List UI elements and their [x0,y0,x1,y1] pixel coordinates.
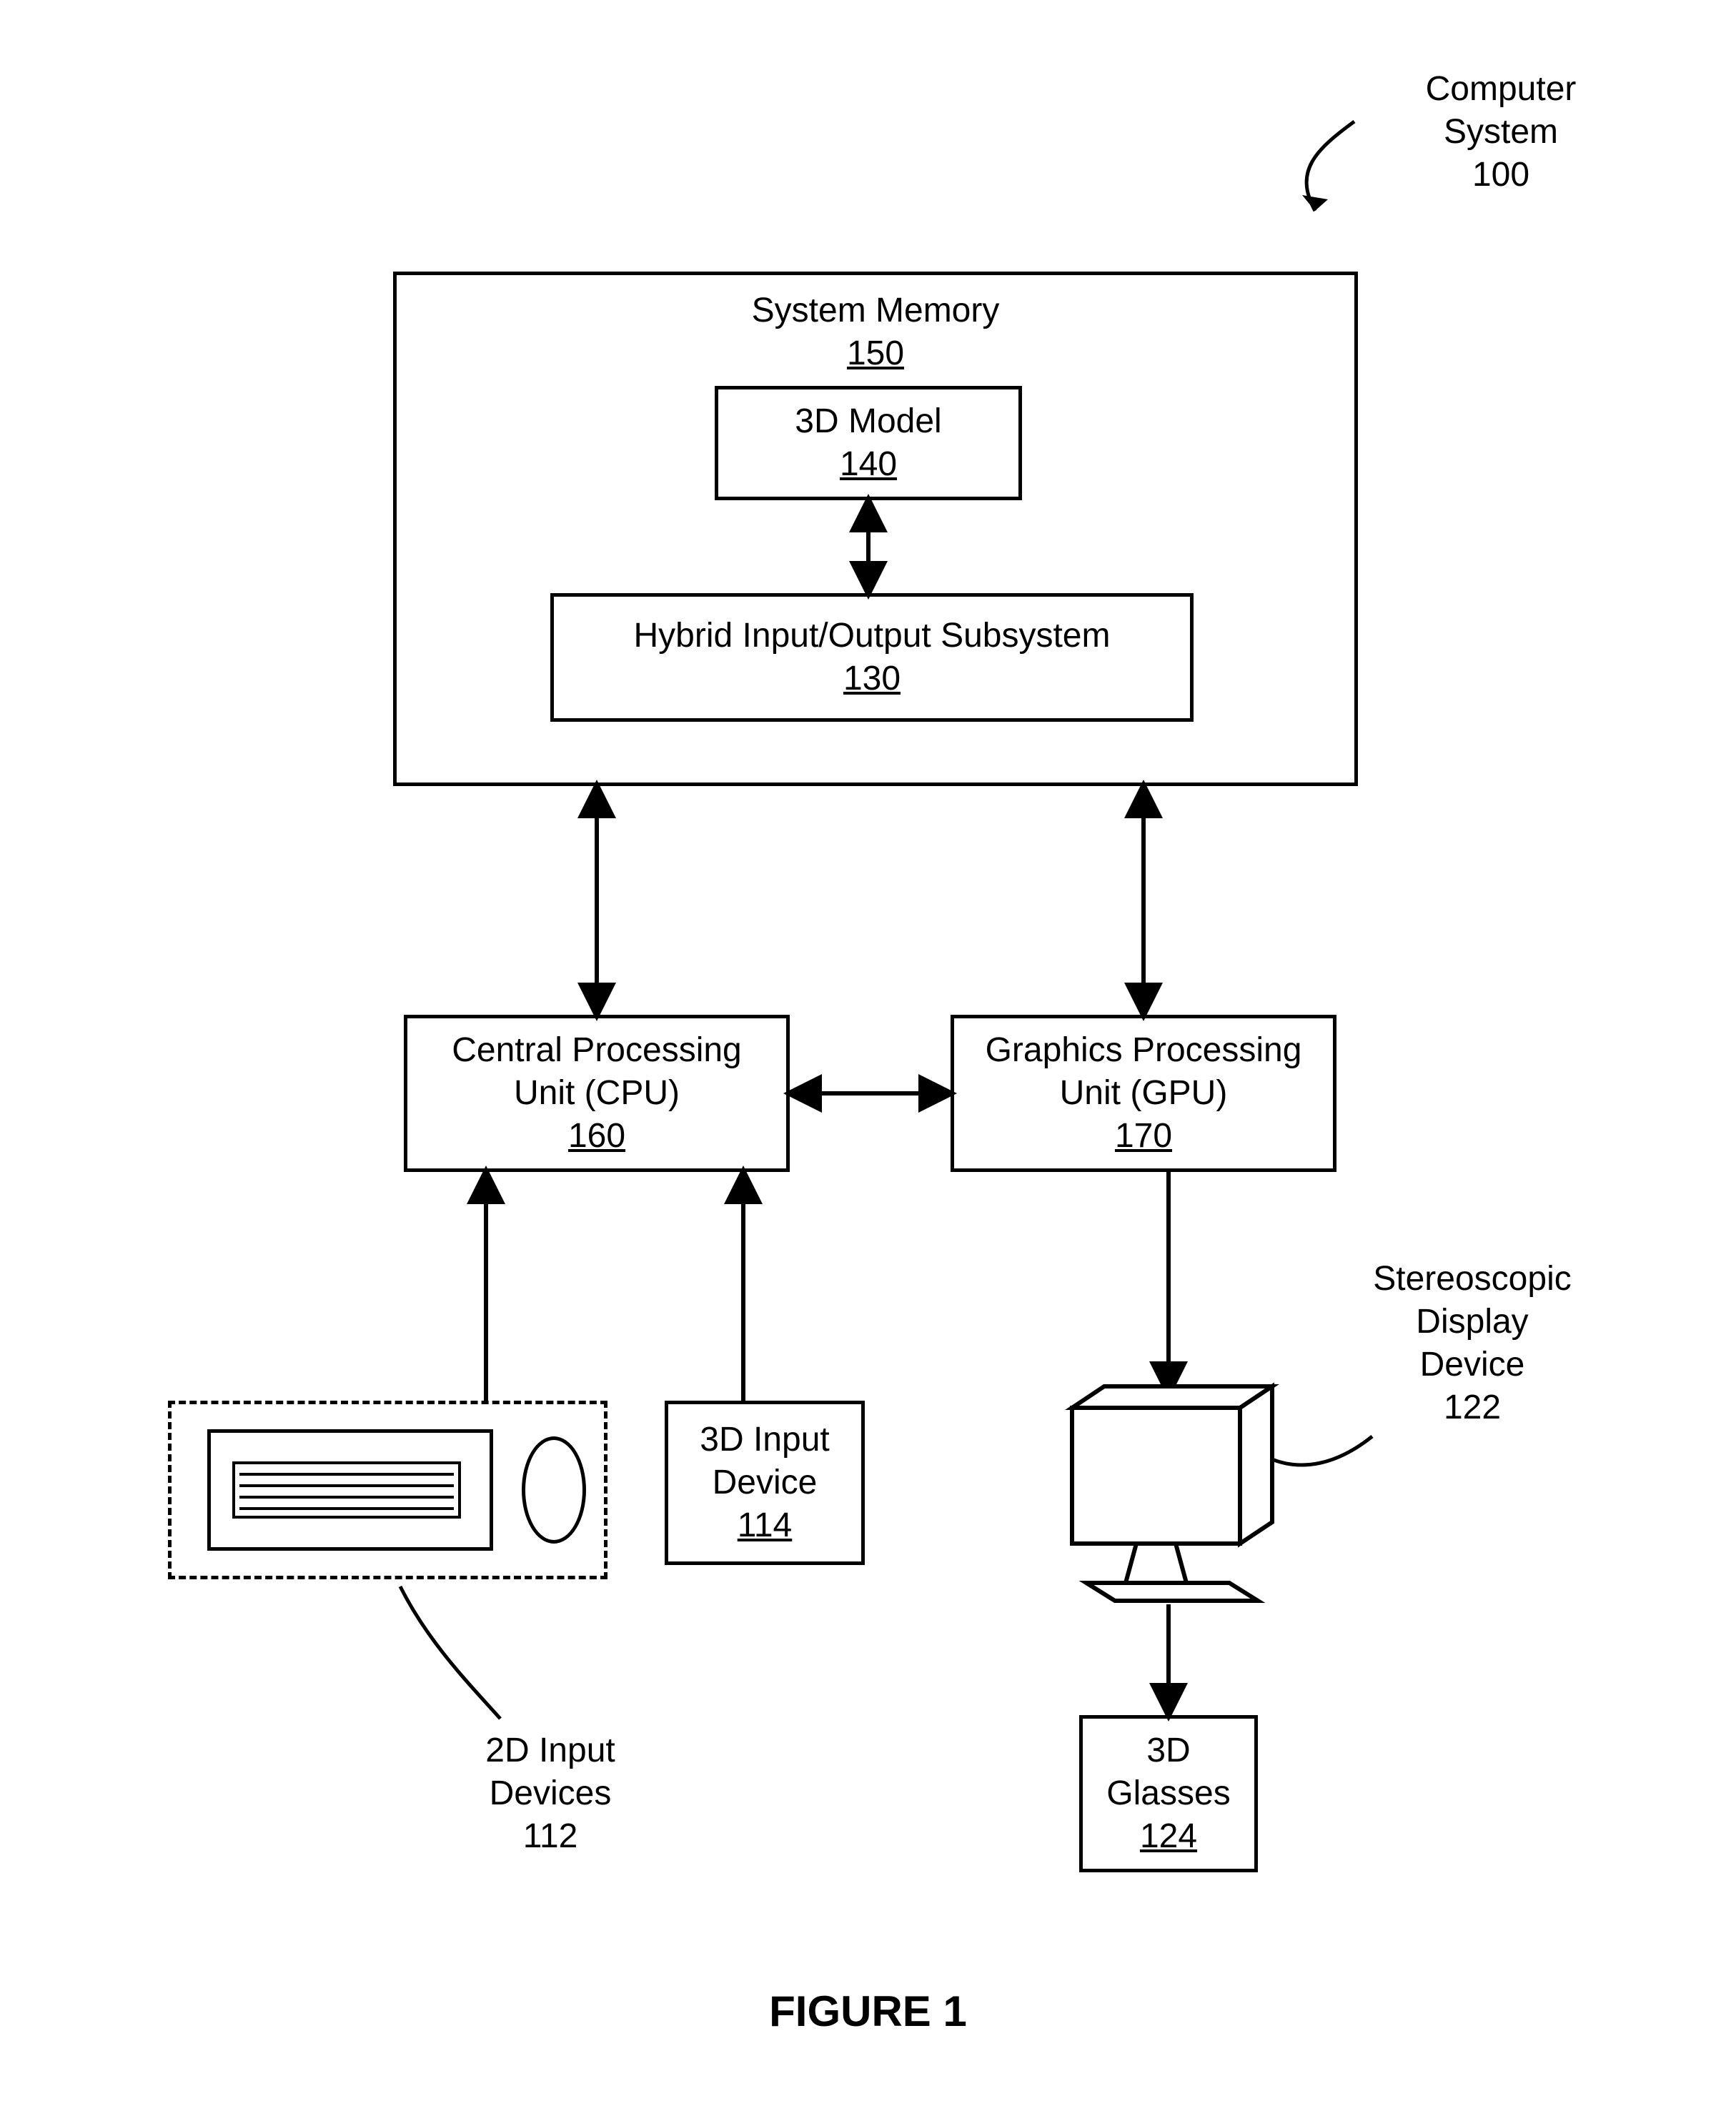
display-label: Stereoscopic Display Device 122 [1344,1258,1601,1429]
display-label-l3: Device [1420,1346,1525,1384]
title-leader-line [1306,121,1354,211]
display-label-num: 122 [1444,1389,1501,1426]
input3d-num: 114 [738,1506,793,1544]
glasses-box: 3D Glasses 124 [1079,1715,1258,1872]
mouse-icon [522,1436,586,1544]
gpu-label: Graphics Processing Unit (GPU) 170 [986,1029,1302,1158]
model-box: 3D Model 140 [715,386,1022,500]
hybrid-label: Hybrid Input/Output Subsystem 130 [634,615,1111,700]
diagram-canvas: Computer System 100 System Memory 150 3D… [0,0,1736,2121]
cpu-title-l2: Unit (CPU) [514,1074,680,1112]
monitor-icon [1072,1386,1272,1601]
system-title-num: 100 [1472,156,1529,194]
display-label-l1: Stereoscopic [1373,1260,1571,1298]
cpu-box: Central Processing Unit (CPU) 160 [404,1015,790,1172]
input3d-box: 3D Input Device 114 [665,1401,865,1565]
model-label: 3D Model 140 [795,400,941,486]
gpu-num: 170 [1115,1117,1172,1155]
input3d-title-l1: 3D Input [700,1421,829,1459]
figure-caption: FIGURE 1 [0,1987,1736,2036]
glasses-title-l1: 3D [1146,1732,1190,1769]
model-num: 140 [840,445,897,483]
hybrid-num: 130 [843,660,901,697]
gpu-title-l2: Unit (GPU) [1060,1074,1228,1112]
gpu-title-l1: Graphics Processing [986,1031,1302,1069]
keyboard-icon [207,1429,493,1551]
cpu-label: Central Processing Unit (CPU) 160 [452,1029,742,1158]
system-title-line2: System [1444,113,1558,151]
input2d-label: 2D Input Devices 112 [443,1729,658,1858]
system-memory-label: System Memory 150 [752,289,1000,375]
cpu-num: 160 [568,1117,625,1155]
glasses-label: 3D Glasses 124 [1106,1729,1230,1858]
input3d-title-l2: Device [713,1464,818,1501]
input2d-label-l1: 2D Input [485,1732,615,1769]
hybrid-title: Hybrid Input/Output Subsystem [634,617,1111,655]
cpu-title-l1: Central Processing [452,1031,742,1069]
display-label-l2: Display [1416,1303,1528,1341]
model-title: 3D Model [795,402,941,440]
gpu-box: Graphics Processing Unit (GPU) 170 [951,1015,1336,1172]
input3d-label: 3D Input Device 114 [700,1419,829,1547]
system-memory-num: 150 [847,334,904,372]
system-title-line1: Computer [1426,70,1577,108]
display-leader-line [1269,1436,1372,1465]
hybrid-box: Hybrid Input/Output Subsystem 130 [550,593,1194,722]
input2d-label-l2: Devices [490,1774,612,1812]
system-memory-title: System Memory [752,292,1000,329]
system-title-label: Computer System 100 [1358,68,1644,197]
input2d-leader-line [400,1586,500,1719]
glasses-num: 124 [1140,1817,1197,1855]
input2d-label-num: 112 [523,1817,578,1855]
glasses-title-l2: Glasses [1106,1774,1230,1812]
figure-caption-text: FIGURE 1 [769,1987,967,2035]
